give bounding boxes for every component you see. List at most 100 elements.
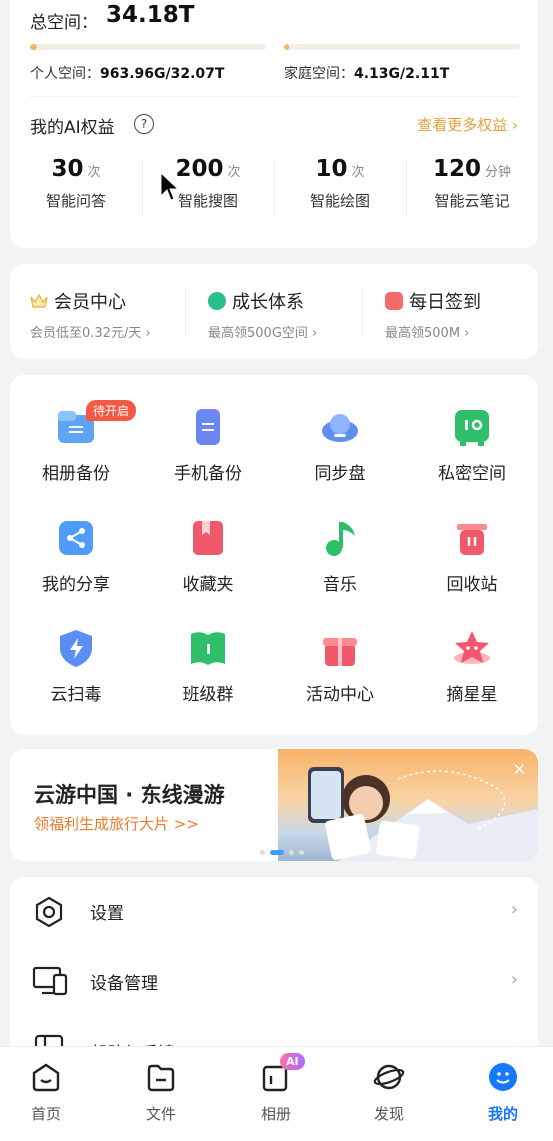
trash-icon: [457, 524, 487, 555]
tab-album[interactable]: AI 相册: [230, 1053, 322, 1124]
ai-stat-cloud-notes[interactable]: 120 分钟 智能云笔记: [406, 156, 538, 211]
pagination-dot: [289, 850, 294, 855]
daily-checkin[interactable]: 每日签到 最高领500M ›: [385, 288, 481, 341]
tab-label: 相册: [260, 1105, 291, 1123]
tab-files[interactable]: 文件: [115, 1061, 207, 1124]
grid-item-label: 回收站: [446, 575, 498, 595]
family-space[interactable]: 家庭空间：4.13G/2.11T: [284, 63, 449, 83]
mouse-cursor-icon: [160, 172, 180, 201]
growth-system[interactable]: 成长体系 最高领500G空间 ›: [208, 288, 317, 341]
tab-me[interactable]: 我的: [457, 1061, 549, 1124]
grid-item-activity-center[interactable]: 活动中心: [274, 628, 406, 705]
grid-item-pick-stars[interactable]: 摘星星: [406, 628, 538, 705]
more-benefits-link[interactable]: 查看更多权益 ›: [417, 114, 518, 135]
help-icon[interactable]: ?: [134, 114, 154, 134]
gift-icon: [323, 638, 357, 666]
calendar-icon: [385, 292, 403, 310]
grid-item-label: 班级群: [182, 685, 234, 705]
total-space-label: 总空间：: [30, 13, 98, 33]
more-benefits-label: 查看更多权益: [417, 116, 508, 134]
grid-item-favorites[interactable]: 收藏夹: [142, 518, 274, 595]
stat-number: 200: [175, 156, 224, 182]
grid-item-label: 音乐: [323, 575, 357, 595]
grid-item-class-group[interactable]: 班级群: [142, 628, 274, 705]
personal-space-label: 个人空间：: [30, 66, 100, 82]
stat-number: 10: [315, 156, 348, 182]
me-icon: [489, 1063, 517, 1091]
storage-card: 总空间： 34.18T 个人空间：963.96G/32.07T 家庭空间：4.1…: [10, 0, 538, 248]
pagination-dot: [260, 850, 265, 855]
folder-icon: [147, 1064, 175, 1092]
personal-space[interactable]: 个人空间：963.96G/32.07T: [30, 63, 224, 83]
stat-unit: 分钟: [485, 165, 512, 180]
ai-stat-drawing[interactable]: 10 次 智能绘图: [274, 156, 406, 211]
growth-system-title: 成长体系: [232, 292, 304, 313]
list-item-label: 设置: [90, 904, 124, 924]
pending-badge: 待开启: [86, 400, 137, 421]
ai-stat-qa[interactable]: 30 次 智能问答: [10, 156, 142, 211]
grid-item-label: 同步盘: [314, 464, 366, 484]
stat-unit: 次: [87, 165, 101, 180]
gear-icon: [35, 896, 63, 928]
feature-grid: 相册备份 待开启 手机备份 同步盘 私密空间 我的分享 收藏夹 音乐 回收站 云…: [10, 375, 538, 735]
banner-artwork: [278, 749, 538, 861]
grid-item-sync-drive[interactable]: 同步盘: [274, 407, 406, 484]
divider: [185, 286, 186, 338]
pagination-dot: [270, 850, 284, 855]
grid-item-label: 收藏夹: [182, 575, 234, 595]
grid-item-private-space[interactable]: 私密空间: [406, 407, 538, 484]
tab-label: 文件: [145, 1105, 176, 1123]
member-card: 会员中心 会员低至0.32元/天 › 成长体系 最高领500G空间 › 每日签到…: [10, 264, 538, 359]
grid-item-cloud-antivirus[interactable]: 云扫毒: [10, 628, 142, 705]
grid-item-phone-backup[interactable]: 手机备份: [142, 407, 274, 484]
banner-subtitle[interactable]: 领福利生成旅行大片 >>: [34, 813, 199, 834]
stat-label: 智能绘图: [309, 192, 370, 210]
shield-icon: [60, 630, 92, 667]
home-icon: [32, 1063, 60, 1092]
bottom-tab-bar: 首页 文件 AI 相册 发现 我的: [0, 1046, 553, 1141]
grid-item-music[interactable]: 音乐: [274, 518, 406, 595]
daily-checkin-title: 每日签到: [409, 292, 481, 313]
bookmark-icon: [193, 521, 223, 555]
ai-badge: AI: [280, 1053, 305, 1070]
stat-unit: 次: [227, 165, 241, 180]
grid-item-my-share[interactable]: 我的分享: [10, 518, 142, 595]
family-space-label: 家庭空间：: [284, 66, 354, 82]
stat-number: 120: [432, 156, 481, 182]
safe-icon: [455, 410, 489, 446]
leaf-icon: [208, 292, 226, 310]
stat-label: 智能问答: [45, 192, 106, 210]
growth-system-sub: 最高领500G空间 ›: [208, 326, 318, 341]
member-center-title: 会员中心: [54, 292, 126, 313]
grid-item-label: 摘星星: [446, 685, 498, 705]
tab-discover[interactable]: 发现: [343, 1061, 435, 1124]
promo-banner[interactable]: × 云游中国 · 东线漫游 领福利生成旅行大片 >>: [10, 749, 538, 861]
grid-item-recycle-bin[interactable]: 回收站: [406, 518, 538, 595]
tab-home[interactable]: 首页: [0, 1061, 92, 1124]
tab-label: 首页: [30, 1105, 61, 1123]
cloud-sync-icon: [322, 414, 358, 442]
grid-item-label: 云扫毒: [50, 685, 102, 705]
stat-number: 30: [51, 156, 84, 182]
family-space-bar: [284, 44, 520, 50]
book-icon: [191, 632, 225, 665]
pagination-dot: [299, 850, 304, 855]
banner-pagination: [260, 850, 304, 855]
member-center-sub: 会员低至0.32元/天 ›: [30, 326, 151, 341]
banner-close-button[interactable]: ×: [513, 759, 526, 778]
devices-icon: [32, 966, 68, 996]
tab-label: 我的: [487, 1105, 518, 1123]
music-icon: [326, 522, 355, 556]
divider: [362, 286, 363, 338]
member-center[interactable]: 会员中心 会员低至0.32元/天 ›: [30, 288, 151, 341]
total-space-value: 34.18T: [106, 2, 195, 28]
divider: [30, 96, 518, 97]
grid-item-label: 相册备份: [42, 464, 110, 484]
list-item-settings[interactable]: 设置 ›: [10, 881, 538, 941]
daily-checkin-sub: 最高领500M ›: [385, 326, 470, 341]
phone-backup-icon: [196, 409, 220, 445]
chevron-right-icon: ›: [510, 969, 518, 990]
personal-space-bar: [30, 44, 266, 50]
list-item-device-management[interactable]: 设备管理 ›: [10, 951, 538, 1011]
share-icon: [59, 521, 93, 555]
